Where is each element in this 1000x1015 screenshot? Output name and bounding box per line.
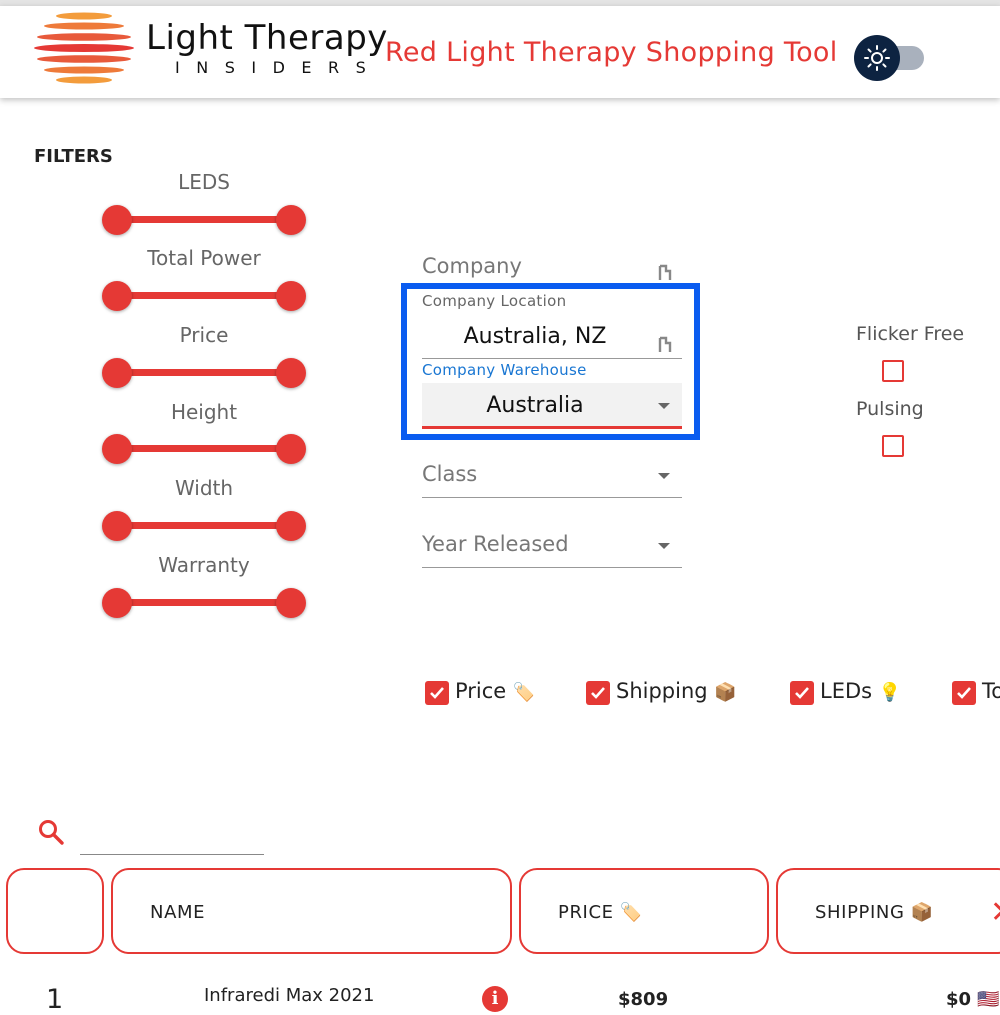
slider-track[interactable] xyxy=(117,216,291,223)
close-icon[interactable]: ✕ xyxy=(990,895,1000,930)
slider-track[interactable] xyxy=(117,522,291,529)
company-placeholder: Company xyxy=(422,254,522,278)
slider-max-handle[interactable] xyxy=(276,434,306,464)
toggle-text: Price xyxy=(455,679,507,703)
slider-max-handle[interactable] xyxy=(276,511,306,541)
column-toggle-total[interactable]: To xyxy=(952,678,1000,708)
sun-icon xyxy=(864,45,890,71)
slider-leds[interactable] xyxy=(102,205,306,235)
slider-min-handle[interactable] xyxy=(102,588,132,618)
search-input[interactable] xyxy=(80,824,268,854)
toggle-knob[interactable] xyxy=(854,35,900,81)
row-shipping: $0 🇺🇸 xyxy=(946,989,1000,1010)
header-text: PRICE 🏷️ xyxy=(558,902,643,923)
check-icon xyxy=(957,687,971,699)
slider-max-handle[interactable] xyxy=(276,281,306,311)
checkbox-checked[interactable] xyxy=(586,681,610,705)
slider-min-handle[interactable] xyxy=(102,281,132,311)
tag-icon: 🏷️ xyxy=(512,682,536,703)
slider-min-handle[interactable] xyxy=(102,358,132,388)
checkbox-checked[interactable] xyxy=(425,681,449,705)
header-text: NAME xyxy=(150,902,206,923)
highlight-box xyxy=(401,283,700,440)
column-header-shipping[interactable]: SHIPPING 📦 xyxy=(776,868,1000,954)
toggle-text: To xyxy=(982,679,1000,703)
row-name[interactable]: Infraredi Max 2021 xyxy=(204,985,374,1006)
toggle-text: LEDs xyxy=(820,679,873,703)
check-icon xyxy=(591,687,605,699)
slider-label-height: Height xyxy=(170,400,238,424)
flicker-free-checkbox[interactable] xyxy=(882,360,904,382)
checkbox-checked[interactable] xyxy=(952,681,976,705)
header-text: SHIPPING 📦 xyxy=(815,902,934,923)
pulsing-label: Pulsing xyxy=(856,398,924,420)
column-header-name[interactable]: NAME xyxy=(111,868,512,954)
toggle-text: Shipping xyxy=(616,679,708,703)
slider-track[interactable] xyxy=(117,445,291,452)
year-released-select[interactable]: Year Released xyxy=(422,528,682,570)
check-icon xyxy=(430,687,444,699)
column-header-rank[interactable] xyxy=(6,868,104,954)
pulsing-checkbox[interactable] xyxy=(882,435,904,457)
column-toggle-label: Price 🏷️ xyxy=(455,679,535,703)
clear-icon[interactable] xyxy=(658,264,672,282)
light-bulb-icon: 💡 xyxy=(878,682,902,703)
slider-track[interactable] xyxy=(117,292,291,299)
slider-label-price: Price xyxy=(179,323,229,347)
class-select[interactable]: Class xyxy=(422,458,682,500)
slider-price[interactable] xyxy=(102,358,306,388)
column-toggle-label: To xyxy=(982,679,1000,703)
class-placeholder: Class xyxy=(422,462,478,486)
theme-toggle[interactable] xyxy=(854,32,926,84)
brand-name: Light Therapy xyxy=(146,18,388,58)
field-underline xyxy=(422,567,682,568)
column-header-price[interactable]: PRICE 🏷️ xyxy=(519,868,769,954)
slider-min-handle[interactable] xyxy=(102,511,132,541)
filters-heading: FILTERS xyxy=(34,146,113,167)
slider-label-leds: LEDS xyxy=(178,170,230,194)
slider-total-power[interactable] xyxy=(102,281,306,311)
row-rank: 1 xyxy=(46,984,64,1015)
slider-max-handle[interactable] xyxy=(276,588,306,618)
slider-track[interactable] xyxy=(117,599,291,606)
flicker-free-label: Flicker Free xyxy=(856,323,965,345)
search-icon[interactable] xyxy=(37,818,65,846)
slider-max-handle[interactable] xyxy=(276,205,306,235)
year-released-placeholder: Year Released xyxy=(422,532,569,556)
brand-subtitle: INSIDERS xyxy=(175,58,383,77)
page-title: Red Light Therapy Shopping Tool xyxy=(385,37,838,68)
slider-label-warranty: Warranty xyxy=(158,553,250,577)
check-icon xyxy=(795,687,809,699)
column-toggle-label: LEDs 💡 xyxy=(820,679,901,703)
field-underline xyxy=(422,497,682,498)
chevron-down-icon[interactable] xyxy=(658,473,670,479)
slider-width[interactable] xyxy=(102,511,306,541)
slider-height[interactable] xyxy=(102,434,306,464)
info-icon[interactable]: i xyxy=(482,986,508,1012)
row-price: $809 xyxy=(618,989,669,1010)
slider-max-handle[interactable] xyxy=(276,358,306,388)
slider-label-width: Width xyxy=(174,476,234,500)
slider-warranty[interactable] xyxy=(102,588,306,618)
slider-track[interactable] xyxy=(117,369,291,376)
slider-min-handle[interactable] xyxy=(102,205,132,235)
app-header: Light Therapy INSIDERS Red Light Therapy… xyxy=(0,6,1000,98)
column-toggle-label: Shipping 📦 xyxy=(616,679,737,703)
checkbox-checked[interactable] xyxy=(790,681,814,705)
package-icon: 📦 xyxy=(714,682,737,703)
slider-label-total-power: Total Power xyxy=(147,246,261,270)
chevron-down-icon[interactable] xyxy=(658,543,670,549)
logo-icon xyxy=(34,12,134,84)
search-underline xyxy=(80,854,264,855)
slider-min-handle[interactable] xyxy=(102,434,132,464)
